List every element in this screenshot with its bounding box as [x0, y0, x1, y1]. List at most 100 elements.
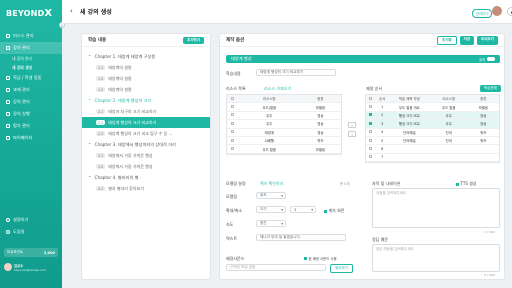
- row-checkbox[interactable]: [231, 113, 235, 117]
- lesson-item[interactable]: 2-3 태양계 행성의 크기 비교 탐구 수 있 ...: [82, 128, 210, 139]
- book-icon: [6, 46, 10, 50]
- row-checkbox[interactable]: [231, 121, 235, 125]
- sidebar-item-students[interactable]: 학급 / 학생 동동: [0, 72, 62, 84]
- bgm-file-input[interactable]: 신택된 파일 없음: [226, 264, 326, 271]
- sidebar-item-class[interactable]: 강의 관리: [0, 96, 62, 108]
- row-checkbox[interactable]: [369, 147, 373, 151]
- row-checkbox[interactable]: [231, 138, 235, 142]
- sidebar-item-run[interactable]: 강의 실행: [0, 108, 62, 120]
- tts-checkbox[interactable]: [456, 182, 459, 186]
- section-bar[interactable]: 태양계 행성 공개: [226, 55, 500, 63]
- table-row[interactable]: 3 행성 크기 비교 우주 영상: [366, 120, 499, 129]
- row-checkbox[interactable]: [369, 138, 373, 142]
- table-row[interactable]: 5 단어해설 단어 퀴즈: [366, 137, 499, 146]
- rotate-select[interactable]: 위치 ▾: [256, 192, 286, 199]
- logo[interactable]: BEYONDX: [6, 8, 52, 19]
- caption-textarea[interactable]: 내용을 입력해주세요: [372, 188, 500, 228]
- tts-toggle[interactable]: TTS 생성: [456, 181, 477, 187]
- scale-label: 확대/축소: [226, 208, 243, 213]
- row-checkbox[interactable]: [369, 105, 373, 109]
- text-input[interactable]: 에니아 부여 일 될겠습니다.: [256, 234, 346, 241]
- select-all-checkbox[interactable]: [369, 96, 373, 100]
- lesson-item[interactable]: 1-3 태양계의 설명: [82, 84, 210, 95]
- move-right-icon[interactable]: ›: [348, 122, 356, 128]
- lesson-item[interactable]: 4-1 별과 별자리 찾아보기: [82, 183, 210, 194]
- back-icon[interactable]: ‹: [70, 7, 73, 15]
- bgm-checkbox[interactable]: [304, 257, 307, 260]
- row-checkbox[interactable]: [369, 130, 373, 134]
- save-button[interactable]: 저장: [459, 35, 475, 45]
- sidebar-item-settings[interactable]: 설정하기: [0, 214, 62, 226]
- lesson-item[interactable]: 2-1 태양과 지구의 크기 비교하기: [82, 106, 210, 117]
- sidebar-item-help[interactable]: 도움말: [0, 226, 62, 238]
- sidebar-item-evaluation[interactable]: 평가 관리: [0, 120, 62, 132]
- learn-content-label: 학습내용: [226, 71, 241, 76]
- table-row[interactable]: 2 행성 크기 비교 우주 영상: [366, 111, 499, 121]
- table-row[interactable]: 우드 얼음 모델링: [227, 145, 341, 154]
- learn-content-input[interactable]: 태양계 행성의 크기 비교하기: [256, 69, 336, 76]
- speed-select[interactable]: 중간 ▾: [256, 220, 286, 227]
- bgm-label: 배경사운드: [226, 256, 245, 261]
- person-icon: [6, 136, 10, 140]
- position-stepper[interactable]: 3 ▾: [290, 206, 316, 213]
- preview-button[interactable]: 미리보기: [477, 35, 498, 45]
- row-checkbox[interactable]: [231, 105, 235, 109]
- table-row[interactable]: 우주 영상: [227, 112, 341, 121]
- user-profile[interactable]: 김교수 beyondx@sample.com: [4, 261, 58, 273]
- lesson-item[interactable]: 3-2 태양에서 가장 가까운 행성: [82, 161, 210, 172]
- reset-button[interactable]: 초기화: [436, 35, 457, 45]
- table-row[interactable]: 4 단어해설 단어 퀴즈: [366, 129, 499, 137]
- avatar[interactable]: [492, 6, 502, 16]
- browse-button[interactable]: 찾아보기: [330, 264, 353, 273]
- lesson-item[interactable]: 1-2 태양계의 설명: [82, 73, 210, 84]
- chapter-item[interactable]: ⌃ Chapter 3. 태양에서 행성까지의 상대적 거리: [82, 139, 210, 150]
- chevron-down-icon: ▾: [311, 207, 313, 212]
- table-header: 리소스명 종류: [227, 95, 341, 104]
- help-icon: [6, 230, 10, 234]
- sidebar-subitem-my-courses[interactable]: 내 강의 관리: [0, 54, 62, 63]
- scale-select[interactable]: 크기 ▾: [256, 206, 286, 213]
- study-problem-button[interactable]: 학습문제: [480, 85, 501, 92]
- lesson-item-active[interactable]: 2-2 태양계 행성의 크기 비교하기: [82, 117, 210, 128]
- table-header: 순서 학습 제목 차정 리소스명 종류: [366, 95, 499, 104]
- resource-list-label: 리소스 목록: [226, 86, 246, 91]
- quiz-check-link[interactable]: 퀴즈 확인하기: [260, 181, 283, 187]
- lesson-item[interactable]: 3-1 태양에서 가장 가까운 행성: [82, 150, 210, 161]
- table-row[interactable]: 6: [366, 145, 499, 154]
- modeling-count: 총 0개: [340, 182, 350, 186]
- korea-flag-icon[interactable]: [507, 7, 512, 16]
- chapter-item[interactable]: ⌃ Chapter 2. 태양계 행성의 크기: [82, 95, 210, 106]
- table-row[interactable]: 쇠배행 퀴즈: [227, 137, 341, 146]
- row-checkbox[interactable]: [369, 121, 373, 125]
- sidebar-item-mission[interactable]: 미스스 관리: [0, 30, 62, 42]
- sidebar-item-tasks[interactable]: 과제 관리: [0, 84, 62, 96]
- chevron-down-icon: ▾: [281, 193, 283, 198]
- chapter-item[interactable]: ⌃ Chapter 1. 태양계 태양계 구성원: [82, 51, 210, 62]
- row-checkbox[interactable]: [231, 130, 235, 134]
- auto-rotate-checkbox[interactable]: [324, 209, 327, 213]
- select-all-checkbox[interactable]: [231, 96, 235, 100]
- answer-textarea[interactable]: 정답 예문을 입력해주세요: [372, 244, 500, 272]
- chapter-item[interactable]: ⌃ Chapter 4. 별자리의 별: [82, 172, 210, 183]
- course-badge[interactable]: 강의하기: [472, 9, 492, 18]
- add-button[interactable]: 추가하기: [183, 36, 204, 44]
- move-left-icon[interactable]: ‹: [348, 131, 356, 137]
- table-row[interactable]: 7: [366, 154, 499, 163]
- sidebar-item-course[interactable]: 강의 관리: [0, 42, 62, 54]
- table-row[interactable]: 1 우도 얼음 개요 우드 얼음 모델링: [366, 103, 499, 112]
- table-row[interactable]: 우주 영상: [227, 120, 341, 129]
- table-row[interactable]: 태양계 영상: [227, 129, 341, 137]
- row-checkbox[interactable]: [231, 147, 235, 151]
- public-toggle[interactable]: [487, 57, 495, 61]
- sidebar-item-mypage[interactable]: 마이페이지: [0, 132, 62, 144]
- lesson-item[interactable]: 1-1 태양계의 설명: [82, 62, 210, 73]
- chevron-up-icon: ⌃: [88, 142, 92, 147]
- chevron-up-icon: ⌃: [88, 54, 92, 59]
- users-icon: [6, 76, 10, 80]
- resource-import-link[interactable]: 리소스 가져오기: [264, 86, 291, 92]
- row-checkbox[interactable]: [369, 155, 373, 159]
- bgm-use-toggle[interactable]: 한 배정 사운드 사용: [304, 256, 337, 261]
- sidebar-subitem-new-course[interactable]: 새 강의 생성: [0, 63, 62, 72]
- table-row[interactable]: 우드/얼음 모델링: [227, 103, 341, 112]
- row-checkbox[interactable]: [369, 113, 373, 117]
